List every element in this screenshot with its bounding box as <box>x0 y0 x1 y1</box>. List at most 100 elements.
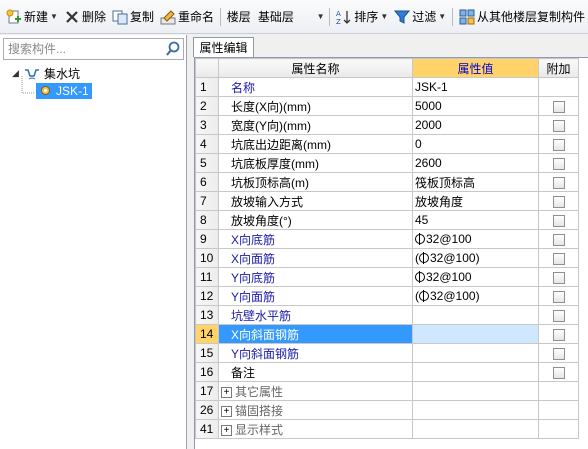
tab-label: 属性编辑 <box>199 41 248 55</box>
table-row[interactable]: 5 坑底板厚度(mm) 2600 <box>195 153 579 173</box>
rename-button[interactable]: 重命名 <box>157 6 217 28</box>
extra-checkbox[interactable] <box>552 366 565 379</box>
extra-cell <box>538 96 579 116</box>
property-value[interactable]: JSK-1 <box>412 77 539 97</box>
filter-button[interactable]: 过滤 ▼ <box>391 6 449 28</box>
expand-icon[interactable]: + <box>221 424 232 436</box>
search-icon[interactable] <box>164 40 182 58</box>
extra-checkbox[interactable] <box>552 271 565 284</box>
floor-select[interactable]: 基础层 ▼ <box>256 7 327 27</box>
property-value[interactable] <box>412 324 539 344</box>
property-value[interactable]: (32@100) <box>412 248 539 268</box>
extra-checkbox[interactable] <box>552 176 565 189</box>
property-value[interactable]: 2600 <box>412 153 539 173</box>
row-number: 15 <box>195 343 219 363</box>
row-number: 41 <box>195 419 219 439</box>
rename-label: 重命名 <box>177 10 214 24</box>
filter-label: 过滤 <box>412 10 437 24</box>
extra-header: 附加 <box>538 58 579 78</box>
property-value[interactable] <box>412 400 539 420</box>
extra-checkbox[interactable] <box>552 347 565 360</box>
property-name: 备注 <box>218 362 413 382</box>
table-row[interactable]: 13 坑壁水平筋 <box>195 305 579 325</box>
floor-label: 楼层 <box>226 10 251 24</box>
property-name: 坑底板厚度(mm) <box>218 153 413 173</box>
table-row[interactable]: 3 宽度(Y向)(mm) 2000 <box>195 115 579 135</box>
table-row[interactable]: 9 X向底筋 32@100 <box>195 229 579 249</box>
row-number: 9 <box>195 229 219 249</box>
table-row[interactable]: 8 放坡角度(°) 45 <box>195 210 579 230</box>
table-row[interactable]: 2 长度(X向)(mm) 5000 <box>195 96 579 116</box>
extra-checkbox[interactable] <box>552 233 565 246</box>
search-input[interactable] <box>4 39 159 59</box>
rebar-grade-icon <box>419 252 429 264</box>
extra-cell <box>538 172 579 192</box>
extra-checkbox[interactable] <box>552 138 565 151</box>
property-value[interactable]: 放坡角度 <box>412 191 539 211</box>
row-number: 8 <box>195 210 219 230</box>
property-value[interactable]: 2000 <box>412 115 539 135</box>
property-value[interactable]: 32@100 <box>412 267 539 287</box>
table-row[interactable]: 41 + 显示样式 <box>195 419 579 439</box>
extra-checkbox[interactable] <box>552 309 565 322</box>
expand-icon[interactable]: + <box>221 386 232 398</box>
extra-checkbox[interactable] <box>552 290 565 303</box>
table-row[interactable]: 4 坑底出边距离(mm) 0 <box>195 134 579 154</box>
extra-checkbox[interactable] <box>552 195 565 208</box>
extra-checkbox[interactable] <box>552 100 565 113</box>
table-row[interactable]: 12 Y向面筋 (32@100) <box>195 286 579 306</box>
table-row[interactable]: 15 Y向斜面钢筋 <box>195 343 579 363</box>
sort-button[interactable]: AZ 排序 ▼ <box>333 6 391 28</box>
extra-checkbox[interactable] <box>552 214 565 227</box>
table-row[interactable]: 16 备注 <box>195 362 579 382</box>
extra-checkbox[interactable] <box>552 252 565 265</box>
property-value[interactable] <box>412 419 539 439</box>
property-value[interactable] <box>412 343 539 363</box>
extra-checkbox[interactable] <box>552 119 565 132</box>
table-row[interactable]: 26 + 锚固搭接 <box>195 400 579 420</box>
property-value[interactable]: 5000 <box>412 96 539 116</box>
new-button[interactable]: 新建 ▼ <box>3 6 61 28</box>
table-row[interactable]: 11 Y向底筋 32@100 <box>195 267 579 287</box>
extra-cell <box>538 305 579 325</box>
property-value[interactable]: 0 <box>412 134 539 154</box>
row-number: 1 <box>195 77 219 97</box>
table-row[interactable]: 14 X向斜面钢筋 <box>195 324 579 344</box>
tab-property-edit[interactable]: 属性编辑 <box>193 37 254 57</box>
property-value-text: 32@100 <box>430 251 476 265</box>
property-name-text: X向面筋 <box>231 251 276 266</box>
extra-checkbox[interactable] <box>552 328 565 341</box>
property-name: 名称 <box>218 77 413 97</box>
paren-close: ) <box>475 289 480 303</box>
row-number: 4 <box>195 134 219 154</box>
property-name-text: 放坡角度(°) <box>231 213 292 228</box>
property-value[interactable] <box>412 381 539 401</box>
copy-from-floor-button[interactable]: 从其他楼层复制构件 <box>456 6 588 28</box>
tree-item-sump[interactable]: ◢ 集水坑 <box>4 65 184 82</box>
rebar-grade-icon <box>419 290 429 302</box>
table-row[interactable]: 6 坑板顶标高(m) 筏板顶标高 <box>195 172 579 192</box>
property-name: 宽度(Y向)(mm) <box>218 115 413 135</box>
collapse-icon[interactable]: ◢ <box>12 68 22 79</box>
property-name: X向底筋 <box>218 229 413 249</box>
extra-cell <box>538 210 579 230</box>
table-row[interactable]: 10 X向面筋 (32@100) <box>195 248 579 268</box>
property-value[interactable] <box>412 305 539 325</box>
copy-button[interactable]: 复制 <box>109 6 157 28</box>
extra-checkbox[interactable] <box>552 157 565 170</box>
property-name-text: Y向斜面钢筋 <box>231 346 300 361</box>
chevron-down-icon: ▼ <box>316 12 325 21</box>
tree-item-jsk-1[interactable]: JSK-1 <box>36 82 184 99</box>
property-value[interactable]: 筏板顶标高 <box>412 172 539 192</box>
property-value[interactable]: 32@100 <box>412 229 539 249</box>
table-row[interactable]: 17 + 其它属性 <box>195 381 579 401</box>
expand-icon[interactable]: + <box>221 405 232 417</box>
table-row[interactable]: 7 放坡输入方式 放坡角度 <box>195 191 579 211</box>
property-value[interactable]: 45 <box>412 210 539 230</box>
delete-button[interactable]: 删除 <box>61 6 109 28</box>
row-number: 7 <box>195 191 219 211</box>
table-row[interactable]: 1 名称 JSK-1 <box>195 77 579 97</box>
property-value[interactable]: (32@100) <box>412 286 539 306</box>
extra-cell <box>538 267 579 287</box>
property-value[interactable] <box>412 362 539 382</box>
